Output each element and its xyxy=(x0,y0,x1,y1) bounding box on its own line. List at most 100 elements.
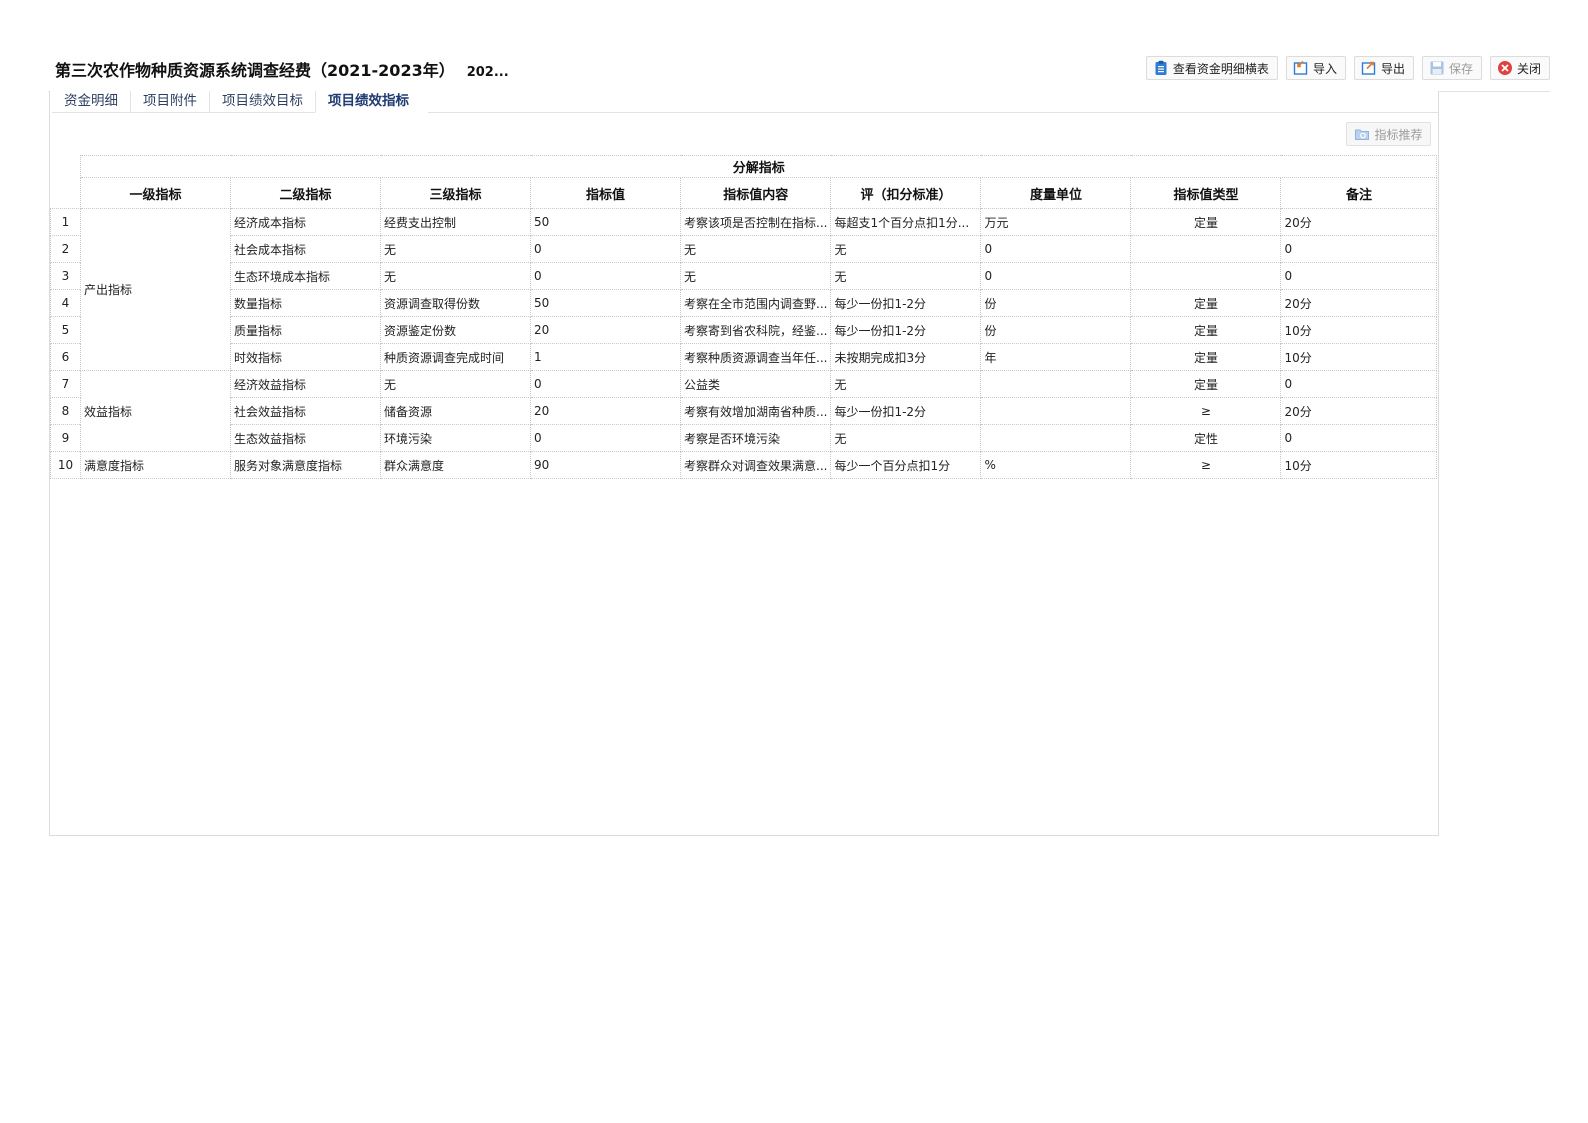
value-cell[interactable]: 50 xyxy=(530,289,681,317)
type-cell[interactable]: 定量 xyxy=(1130,289,1282,317)
unit-cell[interactable]: 年 xyxy=(980,343,1132,371)
unit-cell[interactable] xyxy=(980,397,1132,425)
note-cell[interactable]: 20分 xyxy=(1280,208,1438,236)
standard-cell[interactable]: 每少一份扣1-2分 xyxy=(830,289,982,317)
table-row[interactable]: 9 生态效益指标 环境污染 0 考察是否环境污染 无 定性 0 xyxy=(50,424,1438,452)
content-cell[interactable]: 考察该项是否控制在指标... xyxy=(679,208,832,236)
column-header[interactable]: 一级指标 xyxy=(80,177,231,209)
content-cell[interactable]: 考察种质资源调查当年任... xyxy=(679,343,832,371)
note-cell[interactable]: 20分 xyxy=(1280,289,1438,317)
level1-cell[interactable]: 产出指标 xyxy=(80,208,231,371)
view-fund-detail-button[interactable]: 查看资金明细横表 xyxy=(1145,56,1278,80)
standard-cell[interactable]: 无 xyxy=(830,235,982,263)
note-cell[interactable]: 10分 xyxy=(1280,451,1438,479)
content-cell[interactable]: 考察寄到省农科院，经鉴... xyxy=(679,316,832,344)
type-cell[interactable]: 定量 xyxy=(1130,343,1282,371)
value-cell[interactable]: 1 xyxy=(530,343,681,371)
level3-cell[interactable]: 无 xyxy=(380,235,531,263)
unit-cell[interactable]: 0 xyxy=(980,235,1132,263)
level2-cell[interactable]: 数量指标 xyxy=(230,289,381,317)
level3-cell[interactable]: 无 xyxy=(380,370,531,398)
level2-cell[interactable]: 时效指标 xyxy=(230,343,381,371)
import-button[interactable]: 导入 xyxy=(1285,56,1346,80)
level3-cell[interactable]: 无 xyxy=(380,262,531,290)
unit-cell[interactable]: 份 xyxy=(980,289,1132,317)
value-cell[interactable]: 20 xyxy=(530,397,681,425)
type-cell[interactable]: ≥ xyxy=(1130,451,1282,479)
level3-cell[interactable]: 资源鉴定份数 xyxy=(380,316,531,344)
value-cell[interactable]: 20 xyxy=(530,316,681,344)
column-header[interactable]: 指标值内容 xyxy=(679,177,832,209)
save-button[interactable]: 保存 xyxy=(1421,56,1482,80)
level3-cell[interactable]: 环境污染 xyxy=(380,424,531,452)
standard-cell[interactable]: 每少一份扣1-2分 xyxy=(830,397,982,425)
column-header[interactable]: 指标值类型 xyxy=(1130,177,1282,209)
value-cell[interactable]: 0 xyxy=(530,235,681,263)
tab-performance-goals[interactable]: 项目绩效目标 xyxy=(209,91,315,113)
note-cell[interactable]: 10分 xyxy=(1280,316,1438,344)
standard-cell[interactable]: 无 xyxy=(830,262,982,290)
unit-cell[interactable] xyxy=(980,370,1132,398)
table-row[interactable]: 6 时效指标 种质资源调查完成时间 1 考察种质资源调查当年任... 未按期完成… xyxy=(50,343,1438,371)
column-header[interactable]: 三级指标 xyxy=(380,177,531,209)
tab-attachments[interactable]: 项目附件 xyxy=(130,91,209,113)
value-cell[interactable]: 0 xyxy=(530,262,681,290)
type-cell[interactable]: 定性 xyxy=(1130,424,1282,452)
note-cell[interactable]: 10分 xyxy=(1280,343,1438,371)
level1-cell[interactable]: 效益指标 xyxy=(80,370,231,452)
level2-cell[interactable]: 生态效益指标 xyxy=(230,424,381,452)
content-cell[interactable]: 无 xyxy=(679,262,832,290)
standard-cell[interactable]: 无 xyxy=(830,370,982,398)
type-cell[interactable]: ≥ xyxy=(1130,397,1282,425)
tab-fund-detail[interactable]: 资金明细 xyxy=(52,91,130,113)
content-cell[interactable]: 公益类 xyxy=(679,370,832,398)
unit-cell[interactable]: 份 xyxy=(980,316,1132,344)
value-cell[interactable]: 0 xyxy=(530,370,681,398)
level3-cell[interactable]: 经费支出控制 xyxy=(380,208,531,236)
type-cell[interactable] xyxy=(1130,235,1282,263)
table-row[interactable]: 8 社会效益指标 储备资源 20 考察有效增加湖南省种质... 每少一份扣1-2… xyxy=(50,397,1438,425)
column-header[interactable]: 度量单位 xyxy=(980,177,1132,209)
table-row[interactable]: 1 产出指标 经济成本指标 经费支出控制 50 考察该项是否控制在指标... 每… xyxy=(50,208,1438,371)
type-cell[interactable]: 定量 xyxy=(1130,208,1282,236)
note-cell[interactable]: 20分 xyxy=(1280,397,1438,425)
value-cell[interactable]: 50 xyxy=(530,208,681,236)
level3-cell[interactable]: 储备资源 xyxy=(380,397,531,425)
level3-cell[interactable]: 种质资源调查完成时间 xyxy=(380,343,531,371)
content-cell[interactable]: 考察群众对调查效果满意... xyxy=(679,451,832,479)
value-cell[interactable]: 0 xyxy=(530,424,681,452)
column-header[interactable]: 评（扣分标准） xyxy=(830,177,982,209)
table-row[interactable]: 4 数量指标 资源调查取得份数 50 考察在全市范围内调查野... 每少一份扣1… xyxy=(50,289,1438,317)
level2-cell[interactable]: 生态环境成本指标 xyxy=(230,262,381,290)
level2-cell[interactable]: 经济成本指标 xyxy=(230,208,381,236)
note-cell[interactable]: 0 xyxy=(1280,424,1438,452)
indicator-recommend-button[interactable]: 指标推荐 xyxy=(1346,122,1431,146)
level3-cell[interactable]: 资源调查取得份数 xyxy=(380,289,531,317)
table-row[interactable]: 3 生态环境成本指标 无 0 无 无 0 0 xyxy=(50,262,1438,290)
standard-cell[interactable]: 每少一个百分点扣1分 xyxy=(830,451,982,479)
content-cell[interactable]: 无 xyxy=(679,235,832,263)
table-row[interactable]: 7 效益指标 经济效益指标 无 0 公益类 无 定量 0 xyxy=(50,370,1438,452)
content-cell[interactable]: 考察是否环境污染 xyxy=(679,424,832,452)
level1-cell[interactable]: 满意度指标 xyxy=(80,451,231,479)
note-cell[interactable]: 0 xyxy=(1280,262,1438,290)
standard-cell[interactable]: 未按期完成扣3分 xyxy=(830,343,982,371)
level2-cell[interactable]: 服务对象满意度指标 xyxy=(230,451,381,479)
standard-cell[interactable]: 无 xyxy=(830,424,982,452)
export-button[interactable]: 导出 xyxy=(1353,56,1414,80)
close-button[interactable]: 关闭 xyxy=(1489,56,1550,80)
unit-cell[interactable]: 0 xyxy=(980,262,1132,290)
standard-cell[interactable]: 每超支1个百分点扣1分... xyxy=(830,208,982,236)
value-cell[interactable]: 90 xyxy=(530,451,681,479)
column-header[interactable]: 指标值 xyxy=(530,177,681,209)
unit-cell[interactable]: 万元 xyxy=(980,208,1132,236)
table-row[interactable]: 2 社会成本指标 无 0 无 无 0 0 xyxy=(50,235,1438,263)
type-cell[interactable]: 定量 xyxy=(1130,370,1282,398)
column-header[interactable]: 二级指标 xyxy=(230,177,381,209)
level2-cell[interactable]: 质量指标 xyxy=(230,316,381,344)
content-cell[interactable]: 考察在全市范围内调查野... xyxy=(679,289,832,317)
level2-cell[interactable]: 社会成本指标 xyxy=(230,235,381,263)
note-cell[interactable]: 0 xyxy=(1280,235,1438,263)
standard-cell[interactable]: 每少一份扣1-2分 xyxy=(830,316,982,344)
unit-cell[interactable]: % xyxy=(980,451,1132,479)
